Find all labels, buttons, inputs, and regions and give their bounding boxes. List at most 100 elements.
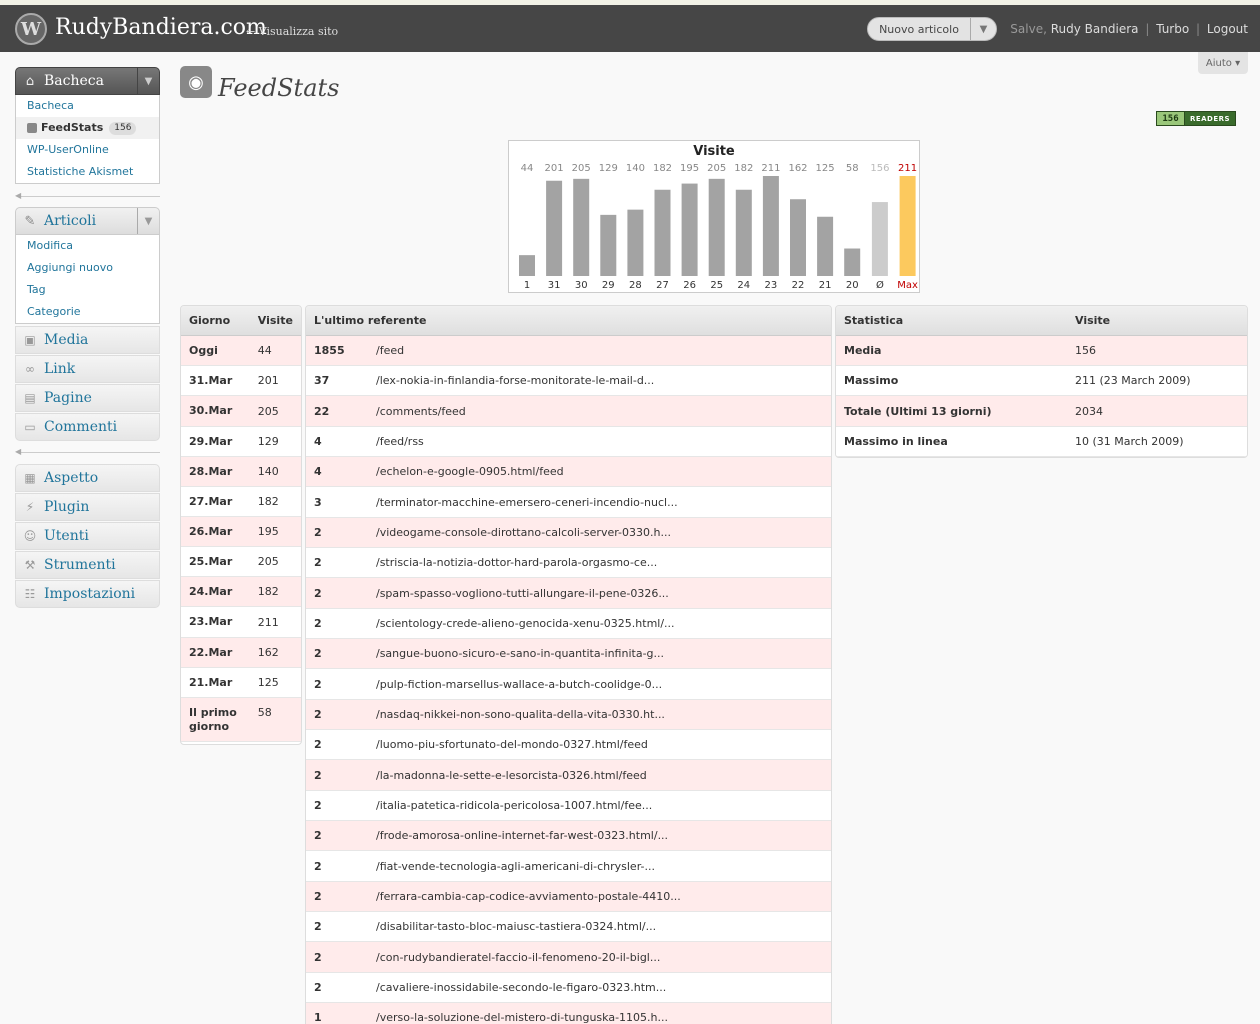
new-post-label[interactable]: Nuovo articolo bbox=[868, 23, 970, 36]
referrer-path[interactable]: /scientology-crede-alieno-genocida-xenu-… bbox=[368, 617, 831, 630]
chevron-down-icon[interactable]: ▼ bbox=[970, 18, 996, 40]
feed-readers-badge[interactable]: 156 READERS bbox=[1156, 111, 1236, 126]
menu-label-dashboard[interactable]: Bacheca bbox=[44, 73, 104, 89]
chart-value-label: 162 bbox=[788, 163, 807, 174]
referrer-path[interactable]: /luomo-piu-sfortunato-del-mondo-0327.htm… bbox=[368, 738, 831, 751]
table-row: 27.Mar 182 bbox=[181, 487, 301, 517]
help-button[interactable]: Aiuto ▾ bbox=[1198, 52, 1248, 74]
menu-item-plugins[interactable]: ⚡ Plugin bbox=[15, 493, 160, 521]
referrer-path[interactable]: /comments/feed bbox=[368, 405, 831, 418]
referrer-path[interactable]: /feed bbox=[368, 344, 831, 357]
menu-item-tools[interactable]: ⚒ Strumenti bbox=[15, 551, 160, 579]
chart-category-label: 26 bbox=[683, 280, 696, 291]
submenu-item-feedstats-label[interactable]: FeedStats bbox=[41, 117, 103, 139]
menu-item-users[interactable]: ☺ Utenti bbox=[15, 522, 160, 550]
menu-item-appearance[interactable]: ▦ Aspetto bbox=[15, 464, 160, 492]
table-row: Il primo giorno 58 bbox=[181, 698, 301, 742]
table-row: 23.Mar 211 bbox=[181, 607, 301, 638]
chart-category-label: 24 bbox=[737, 280, 750, 291]
referrer-path[interactable]: /frode-amorosa-online-internet-far-west-… bbox=[368, 829, 831, 842]
referrer-path[interactable]: /sangue-buono-sicuro-e-sano-in-quantita-… bbox=[368, 647, 831, 660]
greeting: Salve, bbox=[1010, 22, 1047, 36]
referrer-path[interactable]: /videogame-console-dirottano-calcoli-ser… bbox=[368, 526, 831, 539]
referrer-path[interactable]: /spam-spasso-vogliono-tutti-allungare-il… bbox=[368, 587, 831, 600]
menu-label-pages[interactable]: Pagine bbox=[44, 390, 92, 406]
chevron-down-icon[interactable]: ▼ bbox=[137, 208, 159, 234]
chart-value-label: 201 bbox=[545, 163, 564, 174]
user-name-link[interactable]: Rudy Bandiera bbox=[1051, 22, 1139, 36]
referrer-count: 2 bbox=[314, 708, 322, 721]
submenu-item-aggiungi[interactable]: Aggiungi nuovo bbox=[16, 257, 159, 279]
submenu-item-modifica[interactable]: Modifica bbox=[16, 235, 159, 257]
menu-item-pages[interactable]: ▤ Pagine bbox=[15, 384, 160, 412]
referrer-path[interactable]: /ferrara-cambia-cap-codice-avviamento-po… bbox=[368, 890, 831, 903]
submenu-item-bacheca[interactable]: Bacheca bbox=[16, 95, 159, 117]
submenu-item-feedstats[interactable]: FeedStats 156 bbox=[16, 117, 159, 139]
menu-head-posts[interactable]: ✎ Articoli ▼ bbox=[15, 207, 160, 235]
submenu-item-categorie[interactable]: Categorie bbox=[16, 301, 159, 323]
referrer-path[interactable]: /terminator-macchine-emersero-ceneri-inc… bbox=[368, 496, 831, 509]
menu-separator[interactable]: ◀ bbox=[15, 191, 160, 200]
referrer-path[interactable]: /disabilitar-tasto-bloc-maiusc-tastiera-… bbox=[368, 920, 831, 933]
menu-label-appearance[interactable]: Aspetto bbox=[44, 470, 98, 486]
referrer-count: 37 bbox=[314, 374, 330, 387]
view-site-link[interactable]: ← Visualizza sito bbox=[246, 25, 338, 38]
referrer-path[interactable]: /feed/rss bbox=[368, 435, 831, 448]
menu-label-links[interactable]: Link bbox=[44, 361, 75, 377]
referrer-path[interactable]: /nasdaq-nikkei-non-sono-qualita-della-vi… bbox=[368, 708, 831, 721]
visits-cell: 125 bbox=[257, 676, 279, 689]
table-row: 2/scientology-crede-alieno-genocida-xenu… bbox=[306, 609, 831, 639]
menu-label-posts[interactable]: Articoli bbox=[44, 213, 96, 229]
header-referrer: L'ultimo referente bbox=[314, 314, 427, 327]
logout-link[interactable]: Logout bbox=[1207, 22, 1248, 36]
menu-label-comments[interactable]: Commenti bbox=[44, 419, 117, 435]
chevron-down-icon[interactable]: ▼ bbox=[137, 68, 159, 94]
chart-bar bbox=[708, 178, 725, 276]
chart-category-label: 20 bbox=[846, 280, 859, 291]
referrer-path[interactable]: /lex-nokia-in-finlandia-forse-monitorate… bbox=[368, 374, 831, 387]
referrer-path[interactable]: /italia-patetica-ridicola-pericolosa-100… bbox=[368, 799, 831, 812]
menu-separator[interactable]: ◀ bbox=[15, 447, 160, 456]
referrer-path[interactable]: /pulp-fiction-marsellus-wallace-a-butch-… bbox=[368, 678, 831, 691]
referrer-count: 2 bbox=[314, 586, 322, 600]
admin-header: W RudyBandiera.com ← Visualizza sito Nuo… bbox=[0, 5, 1260, 52]
referrer-path[interactable]: /striscia-la-notizia-dottor-hard-parola-… bbox=[368, 556, 831, 569]
chart-bar bbox=[654, 189, 671, 276]
referrer-path[interactable]: /verso-la-soluzione-del-mistero-di-tungu… bbox=[368, 1011, 831, 1024]
readers-count: 156 bbox=[1157, 112, 1185, 125]
menu-item-comments[interactable]: ▭ Commenti bbox=[15, 413, 160, 441]
referrer-path[interactable]: /fiat-vende-tecnologia-agli-americani-di… bbox=[368, 860, 831, 873]
submenu-item-akismet[interactable]: Statistiche Akismet bbox=[16, 161, 159, 183]
menu-label-settings[interactable]: Impostazioni bbox=[44, 586, 135, 602]
table-row: 2/ferrara-cambia-cap-codice-avviamento-p… bbox=[306, 882, 831, 912]
chart-category-label: Max bbox=[897, 280, 918, 291]
menu-item-links[interactable]: ∞ Link bbox=[15, 355, 160, 383]
day-cell: 21.Mar bbox=[189, 675, 233, 689]
media-icon: ▣ bbox=[24, 333, 36, 347]
referrer-count: 4 bbox=[314, 435, 322, 448]
table-row: 28.Mar 140 bbox=[181, 457, 301, 487]
referrer-path[interactable]: /con-rudybandieratel-faccio-il-fenomeno-… bbox=[368, 951, 831, 964]
day-cell: 30.Mar bbox=[189, 404, 233, 417]
referrer-path[interactable]: /cavaliere-inossidabile-secondo-le-figar… bbox=[368, 981, 831, 994]
menu-label-media[interactable]: Media bbox=[44, 332, 88, 348]
referrer-path[interactable]: /echelon-e-google-0905.html/feed bbox=[368, 465, 831, 478]
submenu-item-tag[interactable]: Tag bbox=[16, 279, 159, 301]
new-post-button[interactable]: Nuovo articolo ▼ bbox=[867, 17, 997, 41]
menu-label-tools[interactable]: Strumenti bbox=[44, 557, 116, 573]
turbo-link[interactable]: Turbo bbox=[1156, 22, 1189, 36]
table-row: 31.Mar 201 bbox=[181, 366, 301, 396]
menu-item-media[interactable]: ▣ Media bbox=[15, 326, 160, 354]
menu-item-settings[interactable]: ☷ Impostazioni bbox=[15, 580, 160, 608]
submenu-item-wp-useronline[interactable]: WP-UserOnline bbox=[16, 139, 159, 161]
menu-label-users[interactable]: Utenti bbox=[44, 528, 89, 544]
referrer-path[interactable]: /la-madonna-le-sette-e-lesorcista-0326.h… bbox=[368, 769, 831, 782]
chart-bar bbox=[871, 202, 888, 276]
header-day: Giorno bbox=[189, 314, 231, 327]
table-row: 4/feed/rss bbox=[306, 427, 831, 457]
menu-head-dashboard[interactable]: ⌂ Bacheca ▼ bbox=[15, 67, 160, 95]
menu-label-plugins[interactable]: Plugin bbox=[44, 499, 89, 515]
referrer-count: 2 bbox=[314, 768, 322, 782]
site-title[interactable]: RudyBandiera.com bbox=[55, 15, 267, 40]
chart-bar bbox=[519, 255, 535, 276]
